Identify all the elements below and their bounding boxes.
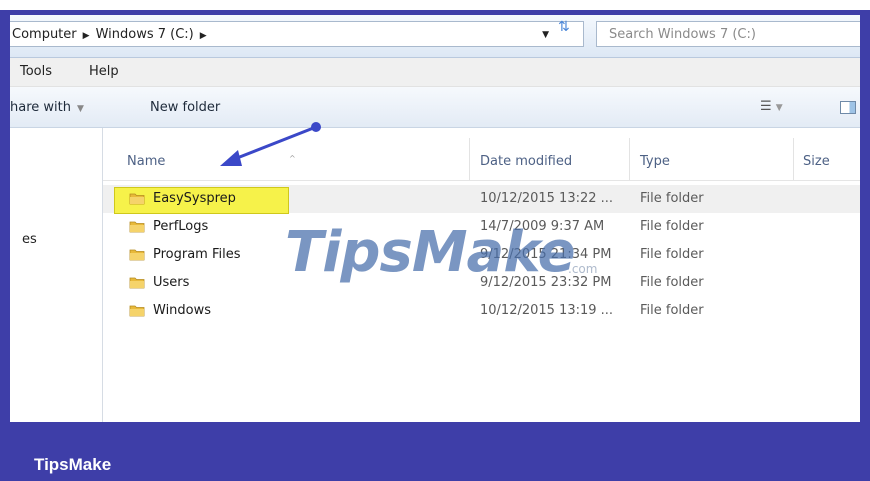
file-type: File folder — [640, 247, 704, 262]
navigation-pane: es — [10, 128, 103, 422]
column-name[interactable]: Name — [127, 154, 165, 169]
folder-icon — [129, 277, 145, 289]
change-view-icon[interactable]: ☰ ▼ — [760, 99, 783, 114]
column-divider[interactable] — [793, 138, 794, 180]
address-bar[interactable]: Computer ▶ Windows 7 (C:) ▶ ▼ — [10, 21, 584, 47]
nav-item-label[interactable]: es — [22, 232, 37, 247]
file-name: EasySysprep — [153, 191, 236, 206]
share-with-label: hare with — [10, 100, 71, 115]
menu-bar: Tools Help — [10, 58, 860, 87]
menu-tools[interactable]: Tools — [20, 64, 52, 79]
watermark: TipsMake — [285, 220, 576, 285]
column-date-modified[interactable]: Date modified — [480, 154, 572, 169]
column-divider[interactable] — [469, 138, 470, 180]
explorer-window: Computer ▶ Windows 7 (C:) ▶ ▼ ⇅ Search Wind… — [10, 15, 860, 422]
file-row[interactable]: EasySysprep 10/12/2015 13:22 ... File fo… — [103, 185, 860, 214]
refresh-icon[interactable]: ⇅ — [558, 19, 570, 35]
breadcrumb-separator-icon[interactable]: ▶ — [200, 31, 207, 41]
chevron-down-icon: ▼ — [76, 104, 84, 114]
chevron-down-icon[interactable]: ▼ — [776, 103, 783, 113]
file-date: 10/12/2015 13:19 ... — [480, 303, 614, 318]
file-type: File folder — [640, 219, 704, 234]
file-name: Windows — [153, 303, 212, 318]
address-row: Computer ▶ Windows 7 (C:) ▶ ▼ ⇅ Search Wind… — [10, 15, 860, 58]
folder-icon — [129, 249, 145, 261]
search-input[interactable]: Search Windows 7 (C:) — [596, 21, 860, 47]
file-date: 10/12/2015 13:22 ... — [480, 191, 614, 206]
share-with-button[interactable]: hare with ▼ — [10, 100, 84, 115]
column-size[interactable]: Size — [803, 154, 830, 169]
command-bar: hare with ▼ New folder ☰ ▼ — [10, 87, 860, 128]
file-type: File folder — [640, 191, 704, 206]
file-type: File folder — [640, 275, 704, 290]
menu-help[interactable]: Help — [89, 64, 119, 79]
file-type: File folder — [640, 303, 704, 318]
folder-icon — [129, 193, 145, 205]
column-header-row: ^ Name Date modified Type Size — [103, 128, 860, 181]
file-name: Users — [153, 275, 190, 290]
breadcrumb-separator-icon[interactable]: ▶ — [83, 31, 90, 41]
breadcrumb-computer[interactable]: Computer — [12, 27, 77, 42]
folder-icon — [129, 305, 145, 317]
sort-ascending-icon: ^ — [289, 154, 296, 163]
history-dropdown-icon[interactable]: ▼ — [542, 22, 549, 48]
column-divider[interactable] — [629, 138, 630, 180]
breadcrumb-drive[interactable]: Windows 7 (C:) — [96, 27, 194, 42]
file-row[interactable]: Windows 10/12/2015 13:19 ... File folder — [103, 297, 860, 325]
new-folder-button[interactable]: New folder — [150, 100, 220, 115]
watermark-suffix: .com — [568, 262, 598, 276]
preview-pane-icon[interactable] — [840, 101, 856, 114]
brand-label: TipsMake — [34, 455, 112, 474]
file-name: PerfLogs — [153, 219, 209, 234]
file-name: Program Files — [153, 247, 241, 262]
folder-icon — [129, 221, 145, 233]
column-type[interactable]: Type — [640, 154, 670, 169]
